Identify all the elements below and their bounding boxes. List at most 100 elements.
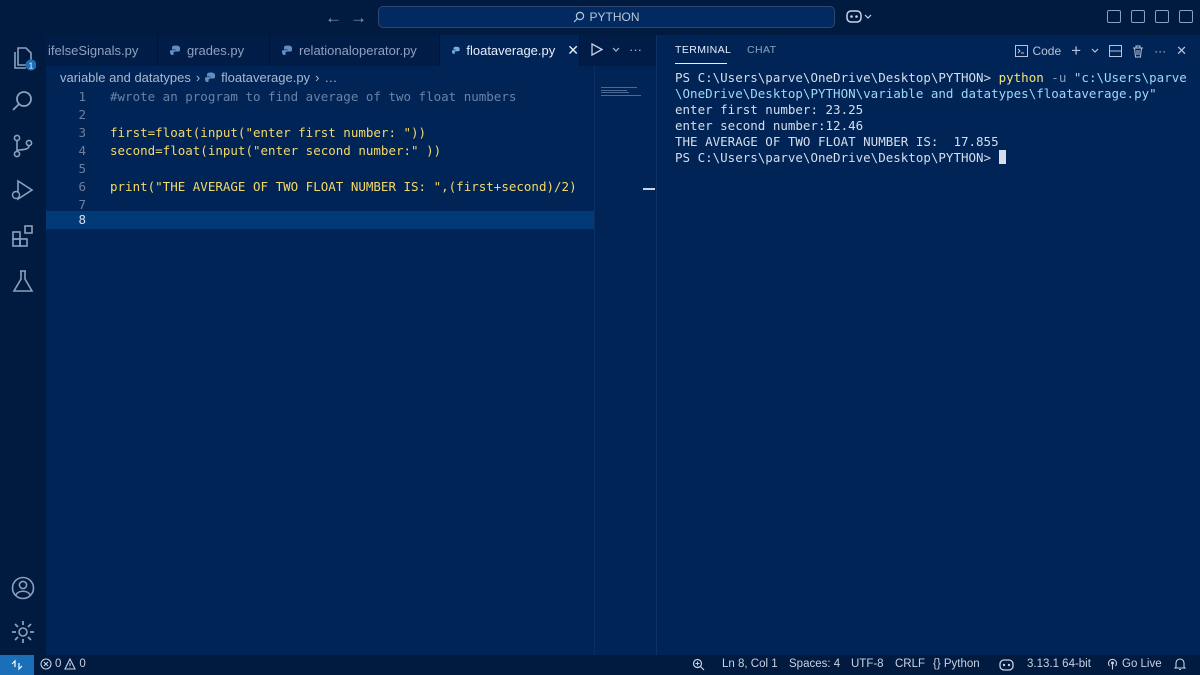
- terminal-prompt: PS C:\Users\parve\OneDrive\Desktop\PYTHO…: [675, 70, 992, 85]
- panel-tab-bar: TERMINAL CHAT Code + ··· ✕: [657, 35, 1200, 66]
- panel-actions: Code + ··· ✕: [1015, 41, 1187, 61]
- terminal-argument: "c:\Users\parve: [1073, 70, 1187, 85]
- line-number: 2: [78, 107, 86, 122]
- error-count: 0: [55, 658, 62, 670]
- copilot-icon[interactable]: [999, 658, 1014, 671]
- extensions-icon[interactable]: [10, 223, 36, 249]
- editor-tab-bar: ifelseSignals.py grades.py relationalope…: [46, 35, 656, 66]
- breadcrumb-folder[interactable]: variable and datatypes: [60, 70, 191, 85]
- terminal-output[interactable]: PS C:\Users\parve\OneDrive\Desktop\PYTHO…: [675, 70, 1195, 166]
- code-text: #wrote an program to find average of two…: [110, 89, 517, 104]
- tab-terminal[interactable]: TERMINAL: [675, 44, 731, 56]
- account-icon[interactable]: [10, 575, 36, 601]
- tab-relationaloperator[interactable]: relationaloperator.py: [270, 35, 440, 66]
- terminal-line: THE AVERAGE OF TWO FLOAT NUMBER IS: 17.8…: [675, 134, 999, 149]
- end-of-line[interactable]: CRLF: [895, 658, 925, 670]
- problems-indicator[interactable]: 0 0: [40, 658, 86, 670]
- code-line: 2: [46, 106, 594, 124]
- go-live-label: Go Live: [1122, 658, 1162, 670]
- minimap-line: [601, 90, 627, 91]
- indentation[interactable]: Spaces: 4: [789, 658, 840, 670]
- language-mode[interactable]: {} Python: [933, 658, 980, 670]
- zoom-icon[interactable]: [692, 658, 705, 671]
- minimap-line: [601, 87, 637, 88]
- remote-icon: [11, 659, 23, 671]
- run-and-debug-icon[interactable]: [10, 177, 36, 203]
- tab-label: floataverage.py: [466, 43, 556, 58]
- broadcast-icon: [1107, 658, 1118, 670]
- more-actions-icon[interactable]: ···: [629, 42, 642, 57]
- python-interpreter[interactable]: 3.13.1 64-bit: [1027, 658, 1091, 670]
- panel: TERMINAL CHAT Code + ··· ✕ PS C:\Users\p…: [656, 35, 1200, 655]
- tab-ifelsesignals[interactable]: ifelseSignals.py: [46, 35, 158, 66]
- testing-icon[interactable]: [10, 268, 36, 294]
- arrow-right-icon[interactable]: →: [350, 8, 367, 28]
- copilot-icon[interactable]: [845, 8, 875, 26]
- scrollbar-marker[interactable]: [643, 188, 655, 190]
- terminal-prompt: PS C:\Users\parve\OneDrive\Desktop\PYTHO…: [675, 150, 992, 165]
- code-line: 5: [46, 160, 594, 178]
- close-icon[interactable]: ✕: [567, 42, 579, 59]
- code-text: print("THE AVERAGE OF TWO FLOAT NUMBER I…: [110, 179, 577, 194]
- customize-layout-icon[interactable]: [1179, 10, 1193, 23]
- line-number: 5: [78, 161, 86, 176]
- chevron-down-icon[interactable]: [612, 47, 620, 53]
- split-terminal-icon[interactable]: [1109, 45, 1123, 57]
- terminal-line: enter first number: 23.25: [675, 102, 864, 117]
- close-panel-icon[interactable]: ✕: [1176, 43, 1187, 59]
- python-file-icon: [452, 46, 460, 54]
- explorer-icon[interactable]: 1: [10, 45, 36, 71]
- braces-icon: {}: [933, 658, 941, 670]
- remote-indicator[interactable]: [0, 655, 34, 675]
- warning-count: 0: [79, 658, 86, 670]
- code-text: second=float(input("enter second number:…: [110, 143, 442, 158]
- play-icon[interactable]: [591, 43, 603, 56]
- terminal-profile[interactable]: Code: [1015, 44, 1061, 58]
- tab-grades[interactable]: grades.py: [158, 35, 270, 66]
- tab-label: relationaloperator.py: [299, 43, 417, 58]
- terminal-line: PS C:\Users\parve\OneDrive\Desktop\PYTHO…: [675, 150, 1195, 166]
- line-number: 3: [78, 125, 86, 140]
- more-actions-icon[interactable]: ···: [1154, 44, 1166, 58]
- add-terminal-icon[interactable]: +: [1071, 41, 1081, 61]
- breadcrumb-file[interactable]: floataverage.py: [221, 70, 310, 85]
- terminal-line: enter second number:12.46: [675, 118, 864, 133]
- code-line: 1 #wrote an program to find average of t…: [46, 88, 594, 106]
- chevron-down-icon[interactable]: [1091, 48, 1099, 54]
- explorer-badge: 1: [29, 62, 34, 71]
- trash-icon[interactable]: [1132, 45, 1144, 58]
- terminal-line: PS C:\Users\parve\OneDrive\Desktop\PYTHO…: [675, 70, 1195, 86]
- run-controls: ···: [591, 42, 642, 57]
- code-editor[interactable]: 1 #wrote an program to find average of t…: [46, 88, 594, 648]
- breadcrumb-more[interactable]: …: [324, 70, 337, 85]
- language-label: Python: [943, 658, 980, 670]
- code-line: 3 first=float(input("enter first number:…: [46, 124, 594, 142]
- tab-floataverage[interactable]: floataverage.py ✕: [440, 35, 580, 66]
- terminal-command: python: [998, 70, 1044, 85]
- line-number: 4: [78, 143, 86, 158]
- command-center-search[interactable]: PYTHON: [378, 6, 835, 28]
- line-number: 8: [78, 212, 86, 227]
- cursor-position[interactable]: Ln 8, Col 1: [722, 658, 778, 670]
- minimap[interactable]: [594, 66, 656, 655]
- tab-chat[interactable]: CHAT: [747, 44, 776, 56]
- terminal-flag: -u: [1051, 70, 1067, 85]
- python-file-icon: [205, 72, 216, 82]
- code-line: 6 print("THE AVERAGE OF TWO FLOAT NUMBER…: [46, 178, 594, 196]
- arrow-left-icon[interactable]: ←: [325, 8, 342, 28]
- go-live-button[interactable]: Go Live: [1107, 658, 1162, 670]
- toggle-secondary-sidebar-icon[interactable]: [1155, 10, 1169, 23]
- notifications-bell-icon[interactable]: [1174, 658, 1186, 671]
- source-control-icon[interactable]: [10, 133, 36, 159]
- gear-icon[interactable]: [10, 619, 36, 645]
- search-text: PYTHON: [589, 10, 640, 24]
- toggle-panel-icon[interactable]: [1131, 10, 1145, 23]
- code-line: 4 second=float(input("enter second numbe…: [46, 142, 594, 160]
- search-icon[interactable]: [10, 88, 36, 114]
- breadcrumb: variable and datatypes › floataverage.py…: [60, 68, 337, 86]
- chevron-right-icon: ›: [315, 69, 320, 85]
- encoding[interactable]: UTF-8: [851, 658, 884, 670]
- code-text: first=float(input("enter first number: "…: [110, 125, 427, 140]
- activity-bar: 1: [0, 35, 46, 655]
- toggle-primary-sidebar-icon[interactable]: [1107, 10, 1121, 23]
